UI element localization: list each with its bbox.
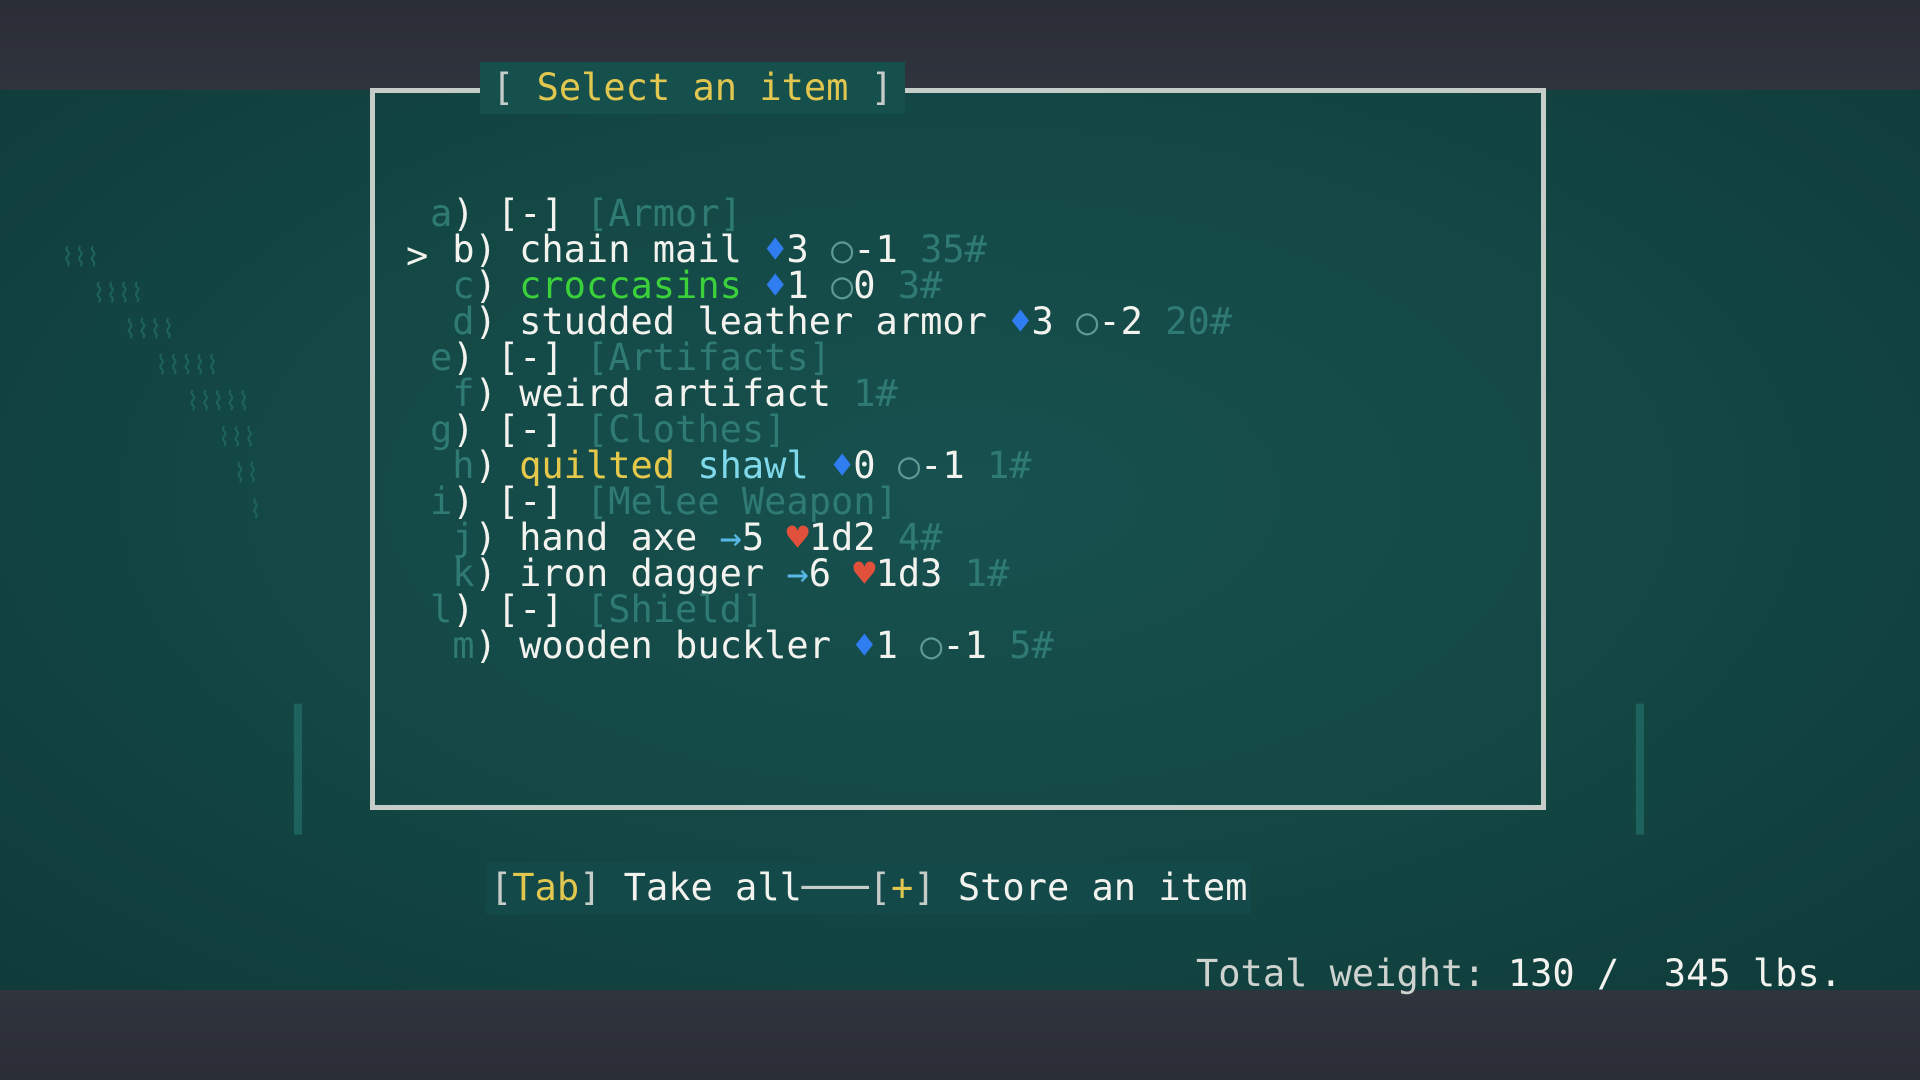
dialog-footer: [Tab] Take all───[+] Store an item xyxy=(486,862,1252,914)
item-weird-artifact[interactable]: f) weird artifact 1# xyxy=(430,375,898,412)
selection-cursor: > xyxy=(406,234,429,277)
dialog-title: [ Select an item ] xyxy=(480,62,905,114)
take-all-button[interactable]: [Tab] Take all xyxy=(490,866,802,909)
background-tree-glyphs: ⌇⌇⌇ ⌇⌇⌇⌇ ⌇⌇⌇⌇ ⌇⌇⌇⌇⌇ ⌇⌇⌇⌇⌇ ⌇⌇⌇ ⌇⌇ ⌇ xyxy=(61,243,262,525)
item-quilted-shawl[interactable]: h) quilted shawl ♦0 ○-1 1# xyxy=(430,447,1031,484)
background-pillar-left: ▐ ▐ ▐ ▐ ▐ ▐ xyxy=(286,705,302,835)
store-item-button[interactable]: [+] Store an item xyxy=(869,866,1248,909)
item-hand-axe[interactable]: j) hand axe →5 ♥1d2 4# xyxy=(430,519,942,556)
category-artifacts[interactable]: e) [-] [Artifacts] xyxy=(430,339,831,376)
item-studded-leather-armor[interactable]: d) studded leather armor ♦3 ○-2 20# xyxy=(430,303,1232,340)
item-wooden-buckler[interactable]: m) wooden buckler ♦1 ○-1 5# xyxy=(430,627,1054,664)
item-chain-mail[interactable]: b) chain mail ♦3 ○-1 35# xyxy=(430,231,987,268)
category-melee-weapon[interactable]: i) [-] [Melee Weapon] xyxy=(430,483,898,520)
background-pillar-right: ▐ ▐ ▐ ▐ ▐ ▐ xyxy=(1628,705,1644,835)
category-armor[interactable]: a) [-] [Armor] xyxy=(430,195,742,232)
item-croccasins[interactable]: c) croccasins ♦1 ○0 3# xyxy=(430,267,942,304)
letterbox-top xyxy=(0,0,1920,90)
total-weight: Total weight: 130 / 345 lbs. xyxy=(1196,952,1843,995)
category-clothes[interactable]: g) [-] [Clothes] xyxy=(430,411,786,448)
letterbox-bottom xyxy=(0,990,1920,1080)
item-iron-dagger[interactable]: k) iron dagger →6 ♥1d3 1# xyxy=(430,555,1009,592)
category-shield[interactable]: l) [-] [Shield] xyxy=(430,591,764,628)
